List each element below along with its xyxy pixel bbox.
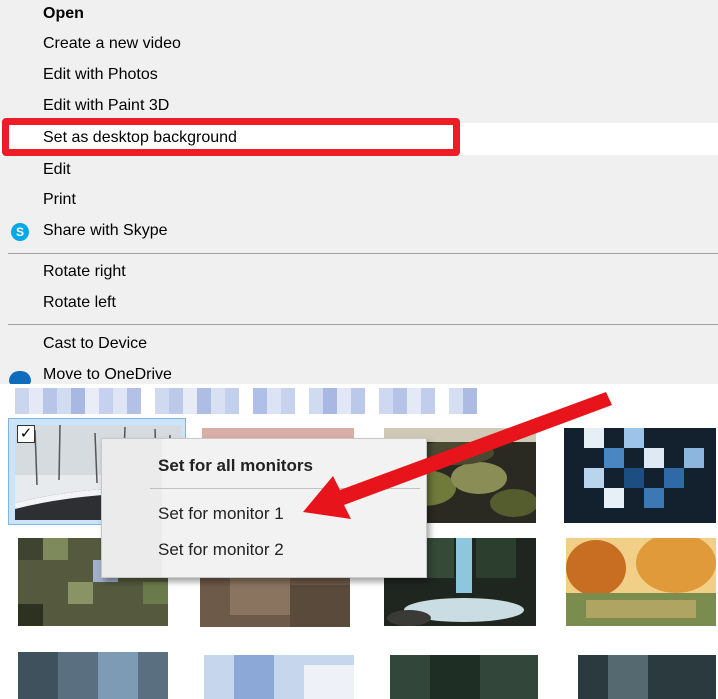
skype-icon: S bbox=[11, 223, 29, 241]
menu-item-label: Rotate left bbox=[43, 294, 116, 311]
menu-item-create-video[interactable]: Create a new video bbox=[0, 30, 718, 60]
menu-item-print[interactable]: Print bbox=[0, 186, 718, 216]
menu-item-share-skype[interactable]: S Share with Skype bbox=[0, 217, 718, 247]
thumbnail-row3-2[interactable] bbox=[204, 655, 354, 699]
thumbnail-autumn-lake[interactable] bbox=[566, 538, 716, 626]
menu-item-label: Edit with Photos bbox=[43, 66, 158, 83]
menu-item-label: Print bbox=[43, 191, 76, 208]
menu-item-label: Edit bbox=[43, 161, 71, 178]
submenu-item-all-monitors[interactable]: Set for all monitors bbox=[158, 456, 313, 476]
menu-item-label: Open bbox=[43, 5, 84, 22]
menu-item-label: Rotate right bbox=[43, 263, 126, 280]
menu-item-label: Cast to Device bbox=[43, 335, 148, 352]
set-background-submenu: Set for all monitors Set for monitor 1 S… bbox=[101, 438, 427, 578]
menu-item-edit[interactable]: Edit bbox=[0, 156, 718, 186]
menu-item-label: Share with Skype bbox=[43, 222, 168, 239]
onedrive-icon bbox=[9, 371, 31, 384]
menu-item-rotate-left[interactable]: Rotate left bbox=[0, 289, 718, 319]
menu-item-cast-to-device[interactable]: Cast to Device bbox=[0, 330, 718, 360]
thumbnail-row3-4[interactable] bbox=[578, 655, 716, 699]
thumbnail-row3-1[interactable] bbox=[18, 652, 168, 699]
submenu-gutter bbox=[102, 439, 162, 577]
highlight-box bbox=[2, 118, 460, 156]
menu-item-label: Move to OneDrive bbox=[43, 366, 172, 383]
context-menu: Open Create a new video Edit with Photos… bbox=[0, 0, 718, 384]
submenu-item-monitor-1[interactable]: Set for monitor 1 bbox=[158, 504, 284, 524]
blurred-filename-strip bbox=[15, 388, 477, 414]
menu-item-edit-with-photos[interactable]: Edit with Photos bbox=[0, 61, 718, 91]
thumbnail-checkbox[interactable]: ✓ bbox=[17, 425, 35, 443]
menu-separator bbox=[8, 253, 718, 254]
thumbnail-blue-pixels[interactable] bbox=[564, 428, 716, 523]
menu-item-label: Edit with Paint 3D bbox=[43, 97, 170, 114]
menu-item-move-to-onedrive[interactable]: Move to OneDrive bbox=[0, 361, 718, 384]
submenu-item-monitor-2[interactable]: Set for monitor 2 bbox=[158, 540, 284, 560]
menu-item-rotate-right[interactable]: Rotate right bbox=[0, 258, 718, 288]
menu-item-open[interactable]: Open bbox=[0, 0, 718, 30]
menu-separator bbox=[8, 324, 718, 325]
thumbnail-row3-3[interactable] bbox=[390, 655, 538, 699]
submenu-separator bbox=[150, 488, 420, 489]
menu-item-label: Create a new video bbox=[43, 35, 181, 52]
